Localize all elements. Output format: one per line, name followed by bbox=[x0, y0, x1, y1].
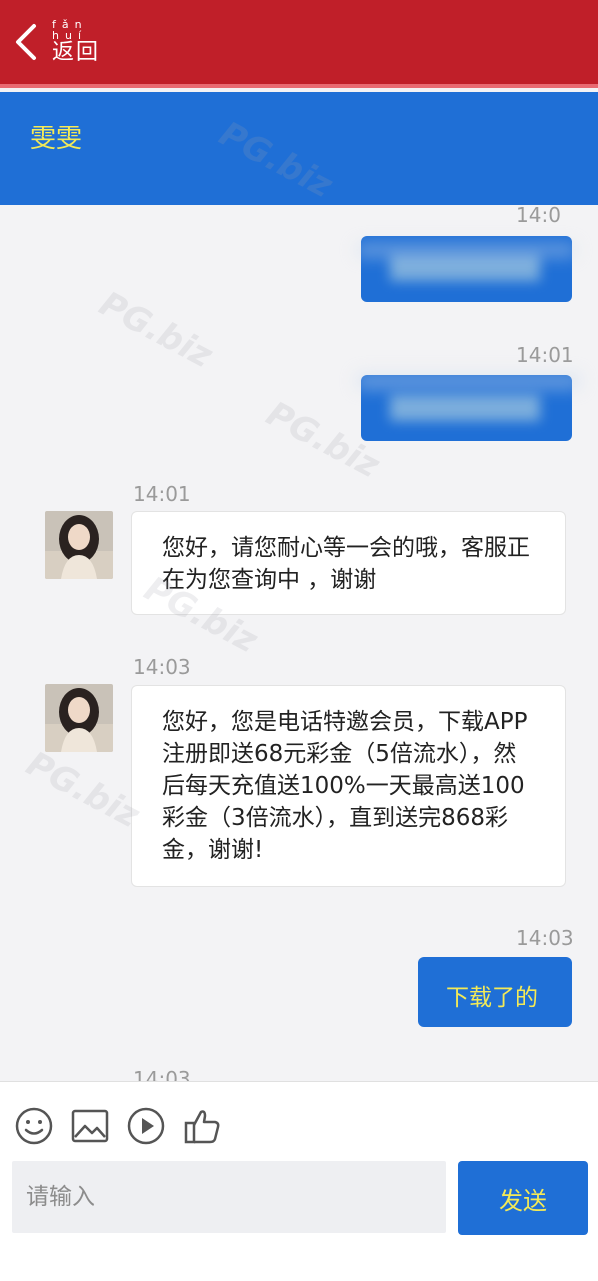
message-text: 您好，请您耐心等一会的哦，客服正在为您查询中 ，谢谢 bbox=[162, 535, 530, 593]
message-input[interactable] bbox=[12, 1161, 446, 1233]
send-button[interactable]: 发送 bbox=[458, 1161, 588, 1235]
incoming-message-bubble[interactable]: 您好，您是电话特邀会员，下载APP注册即送68元彩金（5倍流水），然后每天充值送… bbox=[131, 685, 566, 887]
agent-name: 雯雯 bbox=[30, 124, 83, 154]
agent-avatar[interactable] bbox=[45, 684, 113, 752]
message-text: 下载了的 bbox=[446, 985, 538, 1011]
message-timestamp: 14:0 bbox=[516, 205, 561, 227]
redaction-overlay bbox=[356, 373, 581, 389]
back-label-group: fǎn huí 返回 bbox=[52, 19, 114, 65]
redacted-content bbox=[390, 395, 540, 421]
video-play-icon[interactable] bbox=[126, 1106, 166, 1146]
back-button[interactable]: fǎn huí 返回 bbox=[14, 18, 114, 66]
message-timestamp: 14:03 bbox=[133, 655, 191, 679]
thumbs-up-icon[interactable] bbox=[182, 1106, 222, 1146]
send-button-label: 发送 bbox=[499, 1186, 547, 1215]
redaction-overlay bbox=[356, 243, 576, 257]
back-label: 返回 bbox=[52, 40, 101, 65]
back-pinyin: fǎn huí bbox=[52, 18, 88, 42]
emoji-icon[interactable] bbox=[14, 1106, 54, 1146]
redacted-content bbox=[390, 255, 540, 281]
agent-avatar[interactable] bbox=[45, 511, 113, 579]
message-timestamp: 14:03 bbox=[133, 1067, 191, 1081]
incoming-message-bubble[interactable]: 您好，请您耐心等一会的哦，客服正在为您查询中 ，谢谢 bbox=[131, 511, 566, 615]
message-timestamp: 14:01 bbox=[516, 343, 574, 367]
message-timestamp: 14:01 bbox=[133, 482, 191, 506]
image-icon[interactable] bbox=[70, 1106, 110, 1146]
chevron-left-icon bbox=[14, 20, 38, 64]
message-timestamp: 14:03 bbox=[516, 926, 574, 950]
chat-area[interactable]: 14:0 14:01 14:01 您好，请您耐心等一会的哦，客服正在为您查询中 … bbox=[0, 205, 598, 1081]
chat-header bbox=[0, 92, 598, 205]
message-text: 您好，您是电话特邀会员，下载APP注册即送68元彩金（5倍流水），然后每天充值送… bbox=[162, 709, 528, 863]
